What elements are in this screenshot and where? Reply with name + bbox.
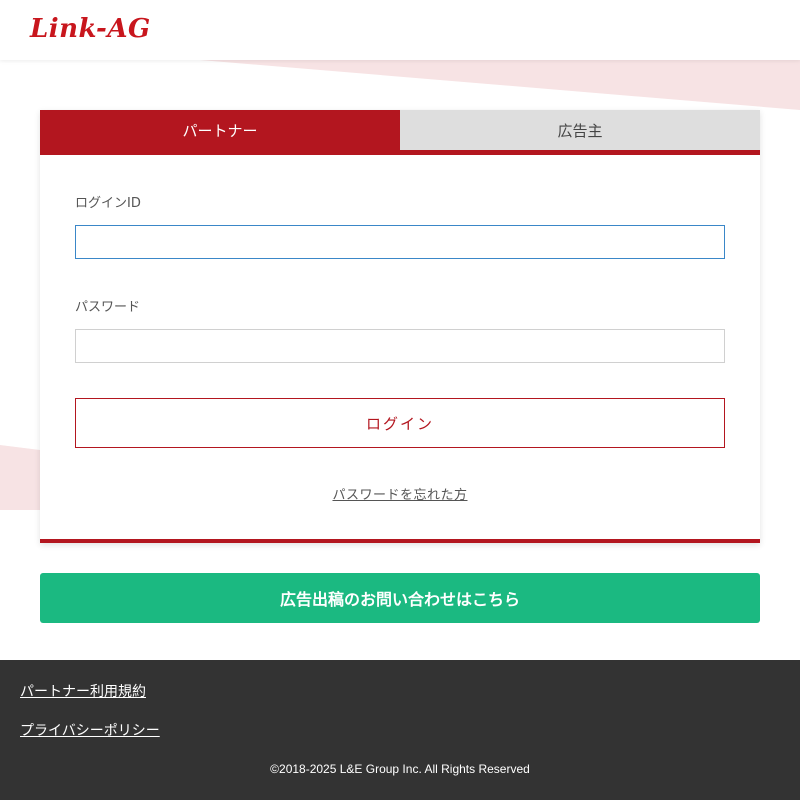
- site-header: Link-AG: [0, 0, 800, 60]
- login-card: パートナー 広告主 ログインID パスワード ログイン パスワードを忘れた方: [40, 110, 760, 543]
- login-id-input[interactable]: [75, 225, 725, 259]
- site-footer: パートナー利用規約 プライバシーポリシー ©2018-2025 L&E Grou…: [0, 660, 800, 800]
- ad-inquiry-button[interactable]: 広告出稿のお問い合わせはこちら: [40, 573, 760, 623]
- password-input[interactable]: [75, 329, 725, 363]
- privacy-policy-link[interactable]: プライバシーポリシー: [20, 720, 160, 740]
- tab-advertiser[interactable]: 広告主: [400, 110, 760, 150]
- copyright-text: ©2018-2025 L&E Group Inc. All Rights Res…: [270, 762, 530, 776]
- tab-partner[interactable]: パートナー: [40, 110, 400, 150]
- partner-terms-link[interactable]: パートナー利用規約: [20, 681, 146, 701]
- login-id-label: ログインID: [75, 196, 141, 211]
- password-label: パスワード: [75, 300, 141, 315]
- login-tabs: パートナー 広告主: [40, 110, 760, 155]
- logo[interactable]: Link-AG: [30, 14, 151, 44]
- login-button[interactable]: ログイン: [75, 398, 725, 448]
- forgot-password-link[interactable]: パスワードを忘れた方: [75, 484, 725, 503]
